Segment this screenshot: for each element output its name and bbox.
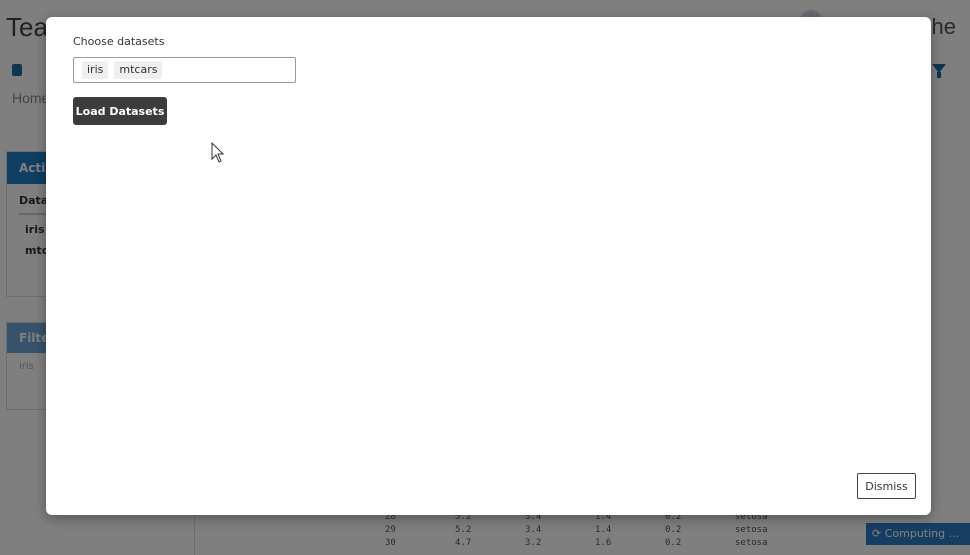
dismiss-button[interactable]: Dismiss xyxy=(857,473,916,499)
load-datasets-modal: Choose datasets iris mtcars Load Dataset… xyxy=(46,17,931,515)
load-datasets-button[interactable]: Load Datasets xyxy=(73,97,167,125)
mouse-pointer-icon xyxy=(211,142,225,163)
datasets-multiselect-input[interactable]: iris mtcars xyxy=(73,57,296,83)
choose-datasets-label: Choose datasets xyxy=(73,35,165,48)
selected-dataset-chip[interactable]: iris xyxy=(82,61,109,79)
selected-dataset-chip[interactable]: mtcars xyxy=(114,61,163,79)
